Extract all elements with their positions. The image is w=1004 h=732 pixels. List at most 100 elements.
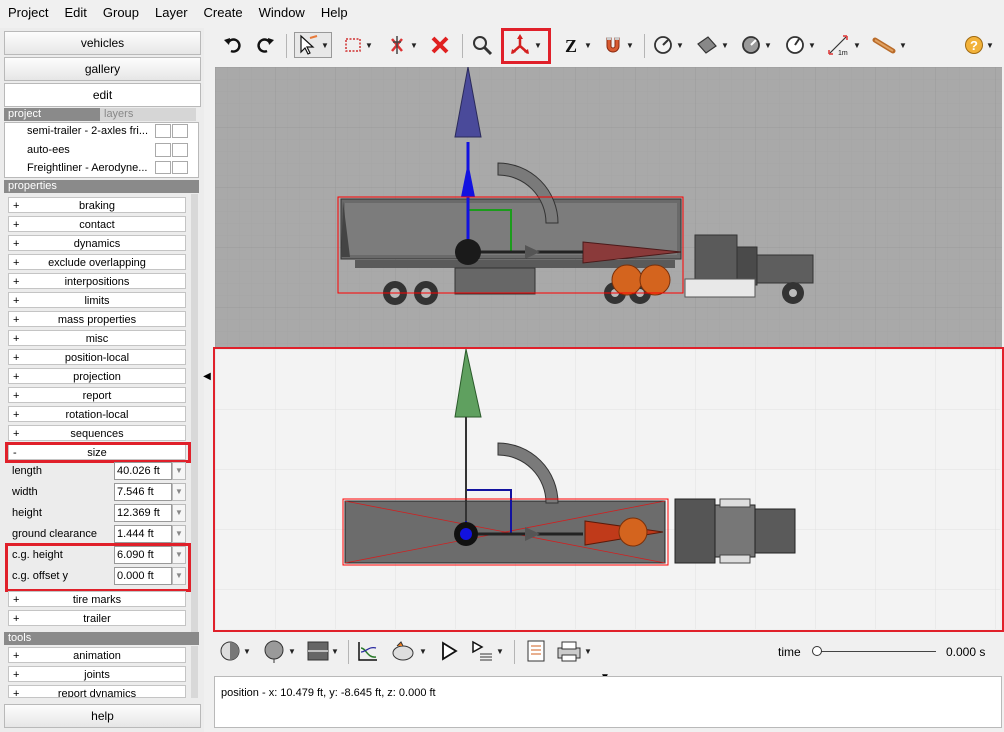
tab-project[interactable]: project: [4, 108, 100, 121]
property-dynamics[interactable]: + dynamics: [8, 235, 186, 251]
dial-icon: [742, 36, 760, 54]
menu-window[interactable]: Window: [251, 0, 313, 26]
cg-offset-y-input[interactable]: 0.000 ft: [114, 567, 172, 585]
time-label: time: [778, 645, 801, 659]
gauge-tool-button[interactable]: ▼: [650, 32, 686, 58]
time-slider-handle[interactable]: [812, 646, 822, 656]
property-size[interactable]: - size: [8, 444, 186, 460]
project-item[interactable]: auto-ees: [27, 144, 153, 156]
property-contact[interactable]: + contact: [8, 216, 186, 232]
tab-layers[interactable]: layers: [100, 108, 196, 121]
side-view-viewport[interactable]: [215, 67, 1002, 347]
height-input[interactable]: 12.369 ft: [114, 504, 172, 522]
layout-button[interactable]: ▼: [306, 638, 340, 664]
balloon-icon: [264, 640, 284, 663]
visibility-checkbox[interactable]: [155, 143, 171, 157]
report-button[interactable]: [522, 638, 550, 664]
select-box-button[interactable]: ▼: [340, 32, 376, 58]
help-button[interactable]: help: [4, 704, 201, 728]
material-button[interactable]: ▼: [260, 638, 298, 664]
play-options-button[interactable]: ▼: [468, 638, 506, 664]
width-input[interactable]: 7.546 ft: [114, 483, 172, 501]
chevron-down-icon[interactable]: ▼: [172, 546, 186, 564]
property-misc[interactable]: + misc: [8, 330, 186, 346]
property-sequences[interactable]: + sequences: [8, 425, 186, 441]
top-view-viewport[interactable]: [215, 349, 1000, 629]
chevron-down-icon[interactable]: ▼: [172, 504, 186, 522]
surface-tool-button[interactable]: ▼: [694, 32, 730, 58]
print-button[interactable]: ▼: [554, 638, 594, 664]
top-view-canvas: [215, 349, 1000, 629]
lock-checkbox[interactable]: [172, 143, 188, 157]
tools-scrollbar[interactable]: [191, 646, 198, 698]
sphere-icon: [220, 641, 240, 661]
lock-checkbox[interactable]: [172, 124, 188, 138]
edit-button[interactable]: edit: [4, 83, 201, 107]
ruler-tool-button[interactable]: 1m ▼: [826, 32, 862, 58]
play-button[interactable]: [436, 638, 462, 664]
properties-scrollbar[interactable]: [191, 194, 198, 634]
gallery-button[interactable]: gallery: [4, 57, 201, 81]
project-item[interactable]: Freightliner - Aerodyne...: [27, 162, 153, 174]
menu-help[interactable]: Help: [313, 0, 356, 26]
property-braking[interactable]: + braking: [8, 197, 186, 213]
undo-button[interactable]: [220, 32, 244, 58]
property-interpositions[interactable]: + interpositions: [8, 273, 186, 289]
chevron-down-icon[interactable]: ▼: [172, 483, 186, 501]
property-projection[interactable]: + projection: [8, 368, 186, 384]
chevron-down-icon[interactable]: ▼: [172, 462, 186, 480]
undo-icon: [224, 38, 241, 53]
measure-angle-button[interactable]: ▼: [738, 32, 774, 58]
menu-group[interactable]: Group: [95, 0, 147, 26]
split-view-icon: [307, 641, 329, 661]
visibility-checkbox[interactable]: [155, 124, 171, 138]
pipe-tool-button[interactable]: ▼: [870, 32, 908, 58]
property-position-local[interactable]: + position-local: [8, 349, 186, 365]
snap-button[interactable]: ▼: [600, 32, 636, 58]
chevron-down-icon[interactable]: ▼: [172, 525, 186, 543]
tool-animation[interactable]: + animation: [8, 647, 186, 663]
chevron-down-icon[interactable]: ▼: [172, 567, 186, 585]
redo-button[interactable]: [254, 32, 278, 58]
play-icon: [442, 641, 458, 661]
camera-button[interactable]: ▼: [388, 638, 428, 664]
speed-gauge-button[interactable]: ▼: [782, 32, 818, 58]
axis-tool-button[interactable]: ▼: [506, 32, 544, 58]
exclude-button[interactable]: ▼: [384, 32, 420, 58]
menu-edit[interactable]: Edit: [56, 0, 94, 26]
property-rotation-local[interactable]: + rotation-local: [8, 406, 186, 422]
menu-create[interactable]: Create: [196, 0, 251, 26]
menu-project[interactable]: Project: [0, 0, 56, 26]
vehicles-button[interactable]: vehicles: [4, 31, 201, 55]
tool-joints[interactable]: + joints: [8, 666, 186, 682]
project-tabs: project layers: [4, 108, 199, 121]
zoom-button[interactable]: [468, 32, 496, 58]
field-height: height 12.369 ft ▼: [8, 503, 188, 523]
property-limits[interactable]: + limits: [8, 292, 186, 308]
property-report[interactable]: + report: [8, 387, 186, 403]
collapse-panel-icon[interactable]: ◀: [203, 370, 211, 384]
length-input[interactable]: 40.026 ft: [114, 462, 172, 480]
graph-button[interactable]: [354, 638, 382, 664]
property-tire-marks[interactable]: + tire marks: [8, 591, 186, 607]
svg-text:Z: Z: [565, 36, 577, 55]
lock-checkbox[interactable]: [172, 161, 188, 174]
shading-button[interactable]: ▼: [218, 638, 252, 664]
cg-height-input[interactable]: 6.090 ft: [114, 546, 172, 564]
delete-button[interactable]: [426, 32, 454, 58]
properties-header: properties: [4, 180, 199, 193]
time-slider[interactable]: [812, 645, 936, 657]
menu-layer[interactable]: Layer: [147, 0, 196, 26]
help-menu-button[interactable]: ? ▼: [962, 32, 996, 58]
property-trailer[interactable]: + trailer: [8, 610, 186, 626]
property-exclude-overlapping[interactable]: + exclude overlapping: [8, 254, 186, 270]
redo-icon: [257, 38, 274, 53]
property-mass-properties[interactable]: + mass properties: [8, 311, 186, 327]
tool-report-dynamics[interactable]: + report dynamics: [8, 685, 186, 698]
field-length: length 40.026 ft ▼: [8, 461, 188, 481]
z-axis-button[interactable]: Z ▼: [560, 32, 594, 58]
ground-clearance-input[interactable]: 1.444 ft: [114, 525, 172, 543]
visibility-checkbox[interactable]: [155, 161, 171, 174]
project-item[interactable]: semi-trailer - 2-axles fri...: [27, 125, 153, 137]
select-tool-button[interactable]: ▼: [294, 32, 332, 58]
